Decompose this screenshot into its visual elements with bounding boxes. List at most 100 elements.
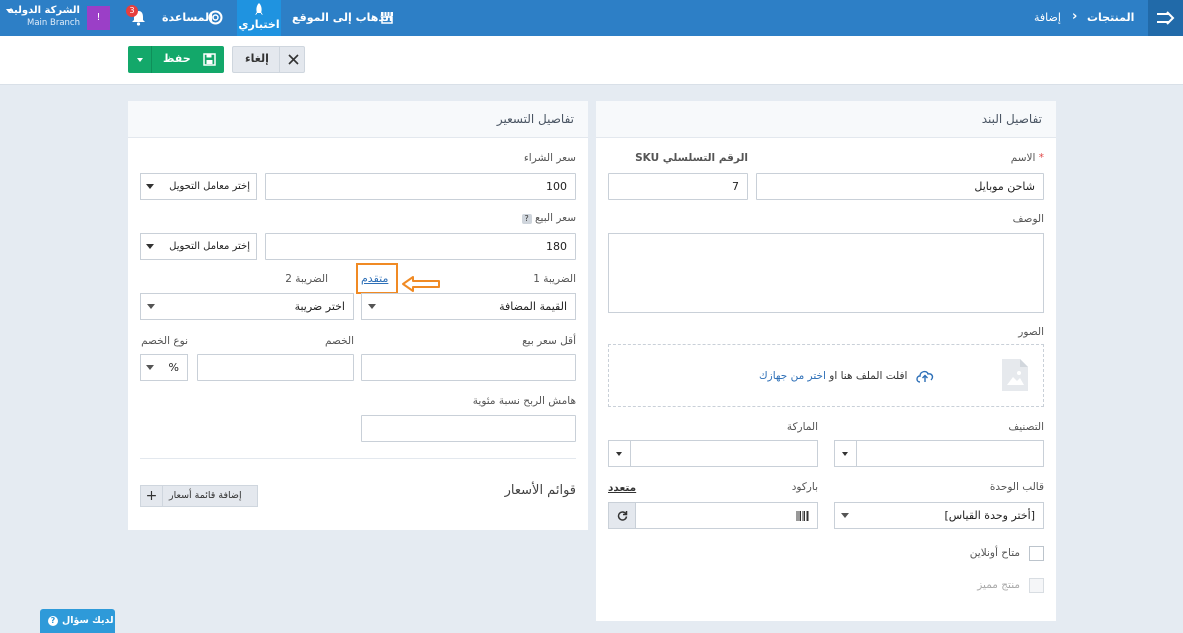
question-icon: ? — [48, 616, 58, 626]
unit-template-label: قالب الوحدة — [989, 481, 1044, 493]
divider — [140, 458, 576, 459]
help-menu-button[interactable]: المساعدة — [162, 0, 232, 36]
notification-count-badge: 3 — [126, 5, 138, 17]
have-a-question-label: لديك سؤال — [62, 615, 114, 626]
barcode-input[interactable] — [608, 502, 818, 529]
purchase-price-input[interactable]: 100 — [265, 173, 576, 200]
min-price-label: أقل سعر بيع — [522, 335, 576, 347]
chevron-down-icon — [368, 304, 376, 309]
save-dropdown-toggle[interactable] — [128, 46, 152, 73]
chevron-down-icon — [146, 365, 154, 370]
name-label: * الاسم — [1011, 152, 1044, 164]
brand-select[interactable] — [608, 440, 818, 467]
have-a-question-button[interactable]: ? لديك سؤال — [40, 609, 115, 633]
lifebuoy-icon — [208, 10, 223, 25]
category-label: التصنيف — [1008, 421, 1044, 433]
tax2-value: اختر ضريبة — [294, 300, 345, 313]
chevron-down-icon — [146, 184, 154, 189]
chevron-down-icon — [146, 244, 154, 249]
item-details-header: تفاصيل البند — [596, 101, 1056, 138]
sidebar-toggle-button[interactable] — [1148, 0, 1183, 36]
brand-caret-box — [609, 441, 631, 466]
profit-margin-input[interactable] — [361, 415, 576, 442]
min-price-input[interactable] — [361, 354, 576, 381]
discount-type-value: % — [168, 361, 179, 374]
branch-name: Main Branch — [27, 18, 80, 28]
user-avatar[interactable]: ! — [87, 6, 110, 30]
trial-badge[interactable]: اختباري — [237, 0, 281, 36]
online-product-checkbox[interactable] — [1029, 546, 1044, 561]
go-to-site-button[interactable]: الذهاب إلى الموقع — [292, 0, 396, 36]
go-to-site-label: الذهاب إلى الموقع — [292, 11, 393, 24]
save-label: حفظ — [163, 52, 191, 65]
trial-label: اختباري — [238, 18, 280, 31]
top-bar: المنتجات › إضافة الذهاب إلى الموقع اختبا… — [0, 0, 1183, 36]
choose-file-link[interactable]: اختر من جهازك — [759, 370, 826, 382]
add-price-list-label: إضافة قائمة أسعار — [169, 490, 242, 501]
selling-conversion-value: إختر معامل التحويل — [169, 241, 250, 252]
chevron-down-icon — [841, 513, 849, 518]
discount-type-select[interactable]: % — [140, 354, 188, 381]
purchase-price-label: سعر الشراء — [523, 152, 576, 164]
discount-input[interactable] — [197, 354, 354, 381]
pricing-title: تفاصيل التسعير — [496, 112, 574, 126]
barcode-icon — [796, 511, 809, 521]
category-select[interactable] — [834, 440, 1044, 467]
caret-down-icon — [137, 58, 143, 62]
chevron-down-icon — [6, 9, 12, 13]
refresh-icon — [617, 511, 628, 521]
breadcrumb-separator-icon: › — [1072, 9, 1078, 24]
floppy-disk-icon — [203, 53, 216, 66]
item-details-panel: تفاصيل البند * الاسم شاحن موبايل الرقم ا… — [596, 101, 1056, 621]
sku-input[interactable]: 7 — [608, 173, 748, 200]
plus-icon: + — [141, 486, 163, 506]
chevron-down-icon — [147, 304, 155, 309]
image-file-icon — [1002, 359, 1028, 391]
pricing-header: تفاصيل التسعير — [128, 101, 588, 138]
purchase-conversion-select[interactable]: إختر معامل التحويل — [140, 173, 257, 200]
name-input[interactable]: شاحن موبايل — [756, 173, 1044, 200]
discount-type-label: نوع الخصم — [141, 335, 188, 347]
cancel-icon-box — [279, 47, 305, 72]
barcode-label: باركود — [791, 481, 818, 493]
add-price-list-button[interactable]: + إضافة قائمة أسعار — [140, 485, 258, 507]
selling-price-input[interactable]: 180 — [265, 233, 576, 260]
caret-down-icon — [616, 452, 622, 456]
category-caret-box — [835, 441, 857, 466]
unit-template-select[interactable]: [أختر وحدة القياس] — [834, 502, 1044, 529]
notifications-button[interactable]: 3 — [126, 4, 150, 32]
advanced-tax-link[interactable]: متقدم — [361, 272, 388, 285]
caret-down-icon — [842, 452, 848, 456]
tax2-label: الضريبة 2 — [285, 273, 328, 285]
description-textarea[interactable] — [608, 233, 1044, 313]
discount-label: الخصم — [325, 335, 354, 347]
barcode-generate-button[interactable] — [609, 503, 636, 528]
selling-conversion-select[interactable]: إختر معامل التحويل — [140, 233, 257, 260]
featured-product-label: منتج مميز — [977, 579, 1020, 591]
tax1-label: الضريبة 1 — [533, 273, 576, 285]
company-switcher[interactable]: الشركة الدولية Main Branch — [4, 5, 80, 31]
help-badge-icon[interactable]: ? — [521, 214, 532, 224]
tax1-value: القيمة المضافة — [499, 300, 567, 313]
name-label-text: الاسم — [1010, 152, 1036, 164]
upload-text: افلت الملف هنا او — [829, 370, 908, 382]
store-icon — [381, 12, 393, 24]
sku-label: الرقم التسلسلي SKU — [635, 152, 748, 164]
unit-template-value: [أختر وحدة القياس] — [944, 509, 1035, 522]
item-details-title: تفاصيل البند — [981, 112, 1042, 126]
image-dropzone[interactable]: افلت الملف هنا او اختر من جهازك — [608, 344, 1044, 407]
selling-price-label: سعر البيع — [534, 212, 576, 224]
featured-product-checkbox[interactable] — [1029, 578, 1044, 593]
online-product-label: متاح أونلاين — [969, 547, 1020, 559]
price-lists-title: قوائم الأسعار — [504, 483, 576, 498]
selling-price-label-wrap: سعر البيع ? — [521, 212, 576, 224]
arrow-left-icon — [402, 276, 440, 292]
save-button[interactable]: حفظ — [128, 46, 224, 73]
tax2-select[interactable]: اختر ضريبة — [140, 293, 354, 320]
purchase-conversion-value: إختر معامل التحويل — [169, 181, 250, 192]
breadcrumb-products[interactable]: المنتجات — [1087, 11, 1134, 24]
tax1-select[interactable]: القيمة المضافة — [361, 293, 576, 320]
company-name: الشركة الدولية — [7, 5, 80, 16]
cancel-button[interactable]: إلغاء — [232, 46, 305, 73]
multiple-barcode-link[interactable]: متعدد — [608, 482, 636, 494]
